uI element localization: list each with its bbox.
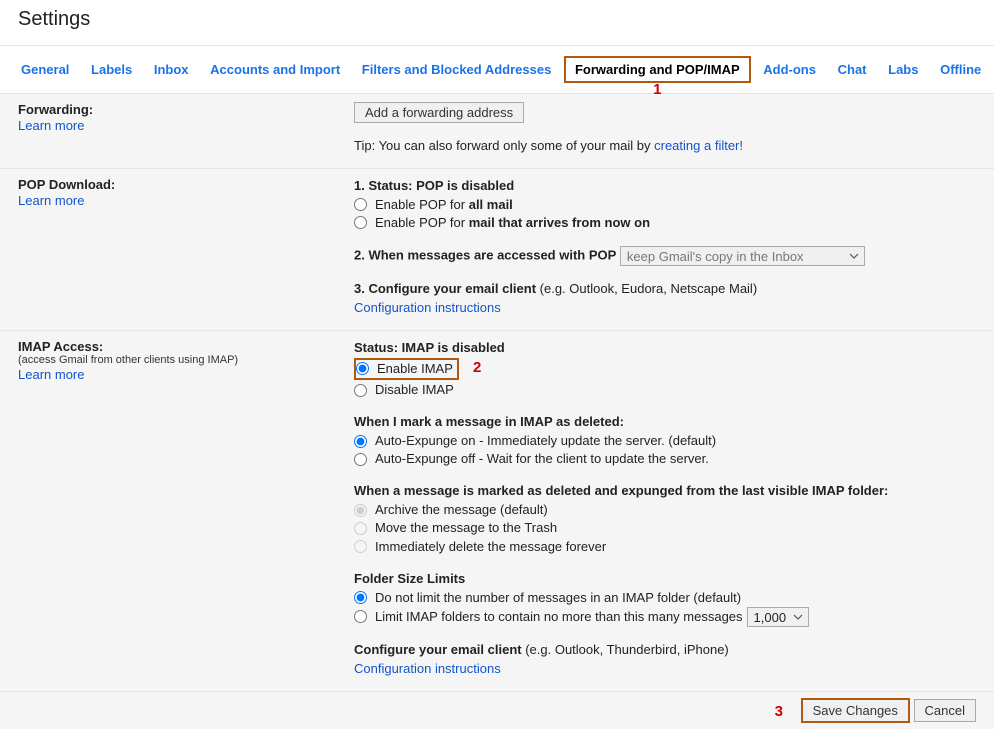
page-title: Settings bbox=[0, 0, 994, 46]
tab-filters[interactable]: Filters and Blocked Addresses bbox=[353, 58, 561, 81]
pop-enable-all-radio[interactable] bbox=[354, 198, 367, 211]
pop-status-text: 1. Status: POP is disabled bbox=[354, 177, 976, 196]
tab-offline[interactable]: Offline bbox=[931, 58, 990, 81]
pop-enable-now-label: Enable POP for mail that arrives from no… bbox=[375, 214, 650, 232]
folder-limit-label: Limit IMAP folders to contain no more th… bbox=[375, 608, 743, 626]
forwarding-tip-text: Tip: You can also forward only some of y… bbox=[354, 138, 654, 153]
folder-limit-radio[interactable] bbox=[354, 610, 367, 623]
section-forwarding: Forwarding: Learn more Add a forwarding … bbox=[0, 94, 994, 168]
add-forwarding-address-button[interactable]: Add a forwarding address bbox=[354, 102, 524, 123]
auto-expunge-on-radio[interactable] bbox=[354, 435, 367, 448]
imap-subtext: (access Gmail from other clients using I… bbox=[18, 354, 354, 366]
imap-when-expunged-heading: When a message is marked as deleted and … bbox=[354, 482, 976, 501]
folder-limits-heading: Folder Size Limits bbox=[354, 570, 976, 589]
imap-mark-deleted-heading: When I mark a message in IMAP as deleted… bbox=[354, 413, 976, 432]
expunge-trash-radio[interactable] bbox=[354, 522, 367, 535]
cancel-button[interactable]: Cancel bbox=[914, 699, 976, 722]
expunge-archive-label: Archive the message (default) bbox=[375, 501, 548, 519]
pop-enable-now-radio[interactable] bbox=[354, 216, 367, 229]
pop-enable-all-label: Enable POP for all mail bbox=[375, 196, 513, 214]
pop-configure-heading: 3. Configure your email client (e.g. Out… bbox=[354, 281, 757, 296]
auto-expunge-off-radio[interactable] bbox=[354, 453, 367, 466]
folder-limit-select[interactable]: 1,000 bbox=[747, 607, 809, 627]
expunge-delete-label: Immediately delete the message forever bbox=[375, 538, 606, 556]
annotation-1: 1 bbox=[653, 81, 661, 98]
imap-configure-heading: Configure your email client (e.g. Outloo… bbox=[354, 642, 729, 657]
imap-learn-more-link[interactable]: Learn more bbox=[18, 367, 354, 382]
forwarding-title: Forwarding: bbox=[18, 102, 93, 117]
expunge-delete-radio[interactable] bbox=[354, 540, 367, 553]
imap-enable-radio[interactable] bbox=[356, 362, 369, 375]
footer-buttons: 3 Save Changes Cancel bbox=[0, 691, 994, 729]
pop-learn-more-link[interactable]: Learn more bbox=[18, 193, 354, 208]
tab-labels[interactable]: Labels bbox=[82, 58, 141, 81]
annotation-3: 3 bbox=[775, 703, 783, 720]
pop-config-instructions-link[interactable]: Configuration instructions bbox=[354, 300, 501, 315]
save-changes-button[interactable]: Save Changes bbox=[801, 698, 910, 723]
tab-forwarding-label: Forwarding and POP/IMAP bbox=[575, 62, 740, 77]
section-pop-download: POP Download: Learn more 1. Status: POP … bbox=[0, 168, 994, 330]
settings-tabs: General Labels Inbox Accounts and Import… bbox=[0, 46, 994, 94]
expunge-archive-radio[interactable] bbox=[354, 504, 367, 517]
tab-chat[interactable]: Chat bbox=[829, 58, 876, 81]
pop-access-select[interactable]: keep Gmail's copy in the Inbox bbox=[620, 246, 865, 266]
imap-disable-label: Disable IMAP bbox=[375, 381, 454, 399]
auto-expunge-on-label: Auto-Expunge on - Immediately update the… bbox=[375, 432, 716, 450]
pop-title: POP Download: bbox=[18, 177, 115, 192]
tab-labs[interactable]: Labs bbox=[879, 58, 927, 81]
folder-no-limit-radio[interactable] bbox=[354, 591, 367, 604]
folder-no-limit-label: Do not limit the number of messages in a… bbox=[375, 589, 741, 607]
pop-access-heading: 2. When messages are accessed with POP bbox=[354, 248, 616, 263]
annotation-2: 2 bbox=[473, 357, 481, 379]
create-filter-link[interactable]: creating a filter! bbox=[654, 138, 743, 153]
imap-config-instructions-link[interactable]: Configuration instructions bbox=[354, 661, 501, 676]
tab-accounts[interactable]: Accounts and Import bbox=[201, 58, 349, 81]
tab-inbox[interactable]: Inbox bbox=[145, 58, 198, 81]
tab-addons[interactable]: Add-ons bbox=[754, 58, 825, 81]
tab-forwarding-pop-imap[interactable]: Forwarding and POP/IMAP 1 bbox=[564, 56, 751, 83]
imap-title: IMAP Access: bbox=[18, 339, 103, 354]
imap-status-text: Status: IMAP is disabled bbox=[354, 339, 976, 358]
imap-enable-label: Enable IMAP bbox=[377, 360, 453, 378]
tab-general[interactable]: General bbox=[12, 58, 78, 81]
imap-disable-radio[interactable] bbox=[354, 384, 367, 397]
forwarding-learn-more-link[interactable]: Learn more bbox=[18, 118, 354, 133]
auto-expunge-off-label: Auto-Expunge off - Wait for the client t… bbox=[375, 450, 709, 468]
expunge-trash-label: Move the message to the Trash bbox=[375, 519, 557, 537]
section-imap-access: IMAP Access: (access Gmail from other cl… bbox=[0, 330, 994, 691]
